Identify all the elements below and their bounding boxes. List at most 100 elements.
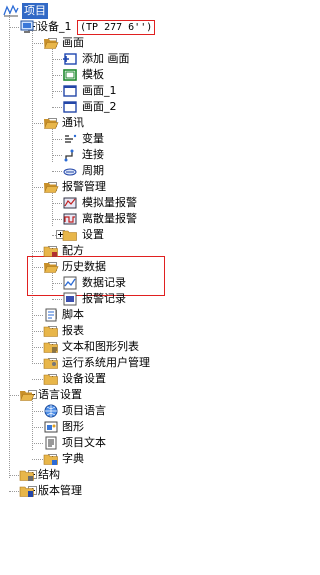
tree-node-label: 配方 <box>62 244 84 257</box>
tree-node-add-screen[interactable]: 添加 画面 <box>0 51 201 67</box>
tree-branch-line <box>32 267 43 268</box>
screen-icon <box>62 84 78 98</box>
tree-node-label: 设置 <box>82 228 104 241</box>
globe-icon <box>43 404 59 418</box>
tree-branch-line <box>32 123 43 124</box>
tree-node-label: 版本管理 <box>38 484 82 497</box>
tree-node-tags[interactable]: 变量 <box>0 131 201 147</box>
folder-open-icon <box>43 36 59 50</box>
tree-node-alarm-mgmt[interactable]: 报警管理 <box>0 179 201 195</box>
tree-node-reports[interactable]: 报表 <box>0 323 201 339</box>
alarm-log-icon <box>62 292 78 306</box>
tree-node-screen-2[interactable]: 画面_2 <box>0 99 201 115</box>
tree-node-project-texts[interactable]: 项目文本 <box>0 435 201 451</box>
tree-node-label: 变量 <box>82 132 104 145</box>
tree-branch-line <box>32 347 43 348</box>
tree-node-runtime-users[interactable]: 运行系统用户管理 <box>0 355 201 371</box>
tree-node-cycles[interactable]: 周期 <box>0 163 201 179</box>
tree-node-label: 项目 <box>22 3 48 19</box>
tree-node-label: 脚本 <box>62 308 84 321</box>
tree-node-version-mgmt[interactable]: 版本管理 <box>0 483 201 499</box>
structure-icon <box>19 468 35 482</box>
graphic-icon <box>43 420 59 434</box>
tree-node-label: 结构 <box>38 468 60 481</box>
tree-node-label: 字典 <box>62 452 84 465</box>
tree-node-structures[interactable]: 结构 <box>0 467 201 483</box>
tree-branch-line <box>32 411 43 412</box>
device-model-tag: (TP 277 6'') <box>77 20 156 35</box>
tree-node-project-langs[interactable]: 项目语言 <box>0 403 201 419</box>
tree-node-label: 离散量报警 <box>82 212 137 225</box>
tree-node-root[interactable]: 项目 <box>0 3 201 19</box>
tree-branch-line <box>32 43 43 44</box>
tree-node-template[interactable]: 模板 <box>0 67 201 83</box>
user-admin-icon <box>43 356 59 370</box>
version-icon <box>19 484 35 498</box>
tree-branch-line <box>52 91 62 92</box>
folder-open-icon <box>43 180 59 194</box>
tree-node-graphics[interactable]: 图形 <box>0 419 201 435</box>
tree-branch-line <box>32 363 43 364</box>
tree-branch-line <box>52 75 62 76</box>
tree-node-label: 通讯 <box>62 116 84 129</box>
project-icon <box>3 4 19 18</box>
tree-branch-line <box>9 395 19 396</box>
cycle-icon <box>62 164 78 178</box>
tree-node-analog-alarms[interactable]: 模拟量报警 <box>0 195 201 211</box>
tree-node-text-graphic-lists[interactable]: 文本和图形列表 <box>0 339 201 355</box>
discrete-alarm-icon <box>62 212 78 226</box>
tree-node-historical[interactable]: 历史数据 <box>0 259 201 275</box>
tree-node-screen-1[interactable]: 画面_1 <box>0 83 201 99</box>
tree-node-label: 模板 <box>82 68 104 81</box>
tree-node-dictionaries[interactable]: 字典 <box>0 451 201 467</box>
tree-branch-line <box>52 283 62 284</box>
tree-node-device-settings[interactable]: 设备设置 <box>0 371 201 387</box>
tree-node-label: 项目文本 <box>62 436 106 449</box>
tree-node-discrete-alarms[interactable]: 离散量报警 <box>0 211 201 227</box>
folder-open-icon <box>43 116 59 130</box>
tree-node-label: 报表 <box>62 324 84 337</box>
script-icon <box>43 308 59 322</box>
tree-branch-line <box>52 155 62 156</box>
tree-node-label: 周期 <box>82 164 104 177</box>
tree-branch-line <box>52 107 62 108</box>
tree-node-connections[interactable]: 连接 <box>0 147 201 163</box>
tree-node-label: 语言设置 <box>38 388 82 401</box>
project-tree[interactable]: 项目 设备_1 (TP 277 6'') 画面 添加 画面 模板画面_1 画面_2 通讯变量连… <box>0 0 201 575</box>
tree-branch-line <box>32 379 43 380</box>
tree-branch-line <box>32 251 43 252</box>
folder-open-icon <box>19 388 35 402</box>
tree-node-label: 报警管理 <box>62 180 106 193</box>
tree-node-scripts[interactable]: 脚本 <box>0 307 201 323</box>
tags-icon <box>62 132 78 146</box>
template-icon <box>62 68 78 82</box>
tree-node-label: 文本和图形列表 <box>62 340 139 353</box>
tree-node-label: 设备设置 <box>62 372 106 385</box>
tree-branch-line <box>52 299 62 300</box>
tree-node-lang-settings[interactable]: 语言设置 <box>0 387 201 403</box>
folder-icon <box>62 228 78 242</box>
tree-node-label: 模拟量报警 <box>82 196 137 209</box>
tree-branch-line <box>32 427 43 428</box>
computer-icon <box>19 20 35 34</box>
tree-branch-line <box>52 203 62 204</box>
tree-node-data-logs[interactable]: 数据记录 <box>0 275 201 291</box>
tree-node-recipes[interactable]: 配方 <box>0 243 201 259</box>
tree-node-alarm-settings[interactable]: 设置 <box>0 227 201 243</box>
tree-branch-line <box>52 139 62 140</box>
add-screen-icon <box>62 52 78 66</box>
tree-node-label: 数据记录 <box>82 276 126 289</box>
tree-node-comm[interactable]: 通讯 <box>0 115 201 131</box>
tree-node-label: 报警记录 <box>82 292 126 305</box>
tree-branch-line <box>9 491 19 492</box>
tree-branch-line <box>32 443 43 444</box>
tree-node-screens[interactable]: 画面 <box>0 35 201 51</box>
text-list-icon <box>43 340 59 354</box>
tree-branch-line <box>52 219 62 220</box>
tree-node-label: 设备_1 <box>37 20 72 33</box>
tree-node-label: 项目语言 <box>62 404 106 417</box>
tree-node-device[interactable]: 设备_1 (TP 277 6'') <box>0 19 201 35</box>
tree-node-alarm-logs[interactable]: 报警记录 <box>0 291 201 307</box>
tree-node-label: 图形 <box>62 420 84 433</box>
folder-icon <box>43 324 59 338</box>
